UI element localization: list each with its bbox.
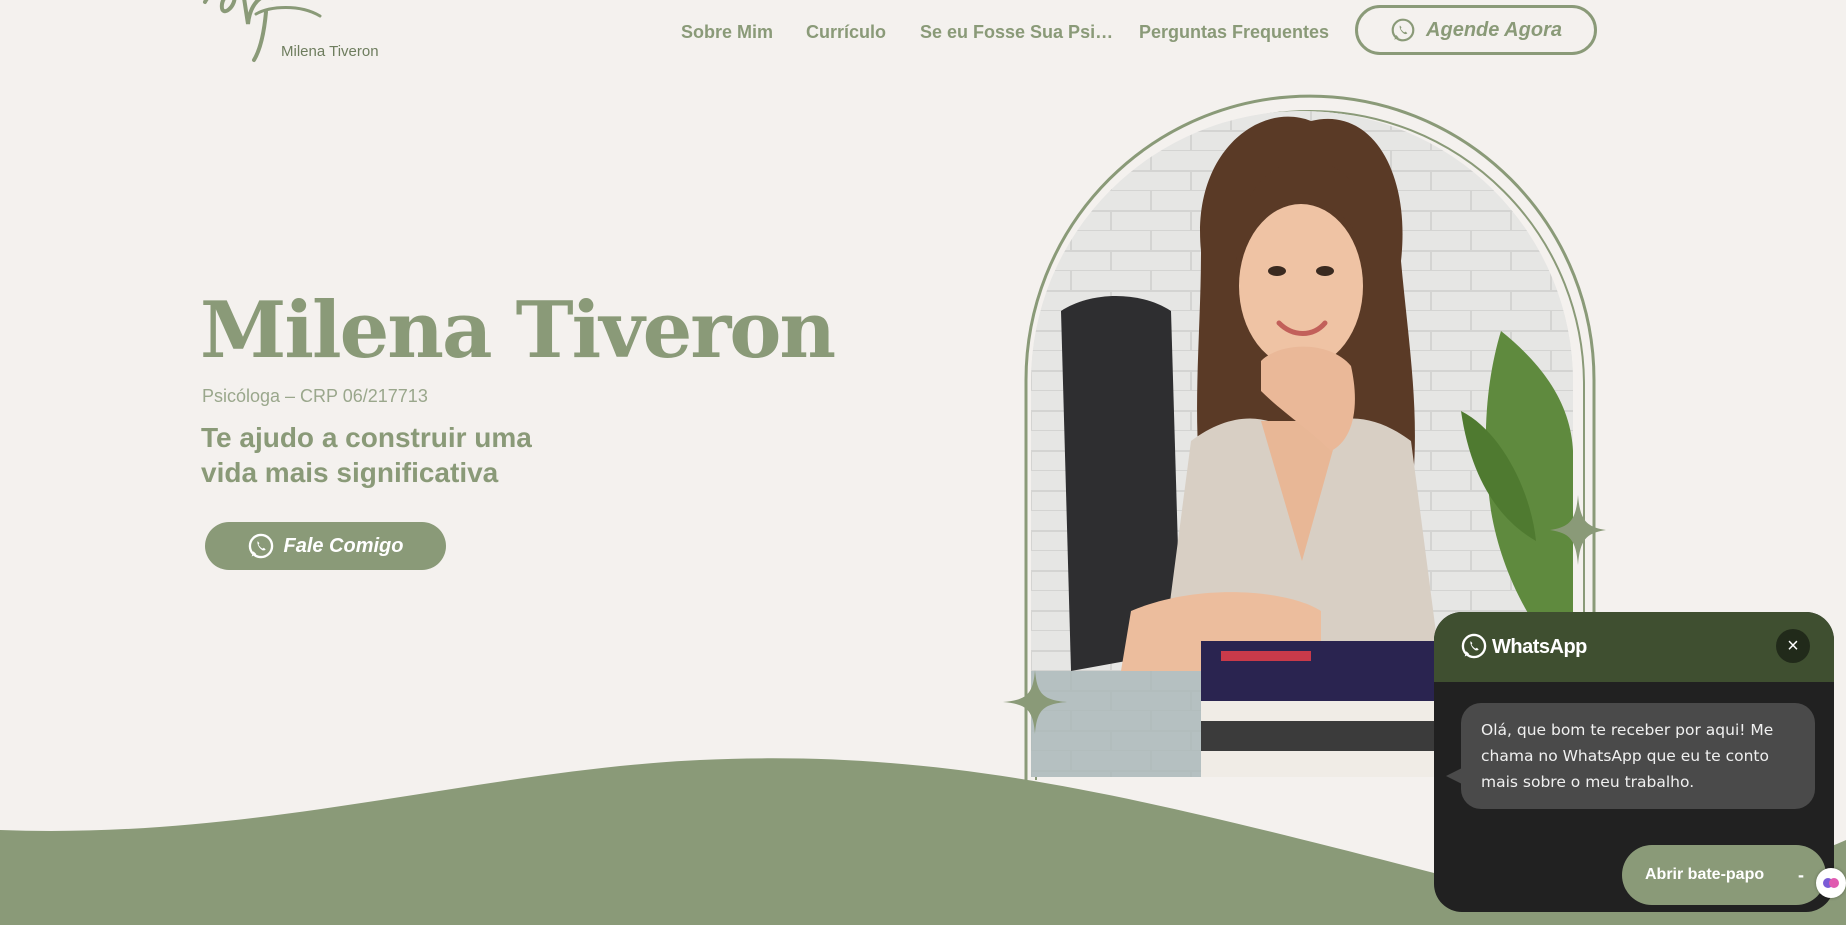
abrir-bate-papo-label: Abrir bate-papo xyxy=(1645,866,1765,883)
whatsapp-icon xyxy=(249,533,274,559)
fale-comigo-label: Fale Comigo xyxy=(283,534,404,557)
nav-item-perguntas-frequentes[interactable]: Perguntas Frequentes xyxy=(1139,22,1329,43)
nav-item-curriculo[interactable]: Currículo xyxy=(806,22,886,43)
agende-agora-label: Agende Agora xyxy=(1426,18,1562,41)
abrir-bate-papo-button[interactable]: Abrir bate-papo - xyxy=(1622,845,1826,905)
fale-comigo-button[interactable]: Fale Comigo xyxy=(205,522,446,570)
minimize-icon[interactable]: - xyxy=(1798,865,1804,886)
close-icon: × xyxy=(1787,634,1799,657)
hero-tagline: Te ajudo a construir uma vida mais signi… xyxy=(201,420,601,490)
whatsapp-icon xyxy=(1461,633,1487,659)
hero-tagline-line-1: Te ajudo a construir uma xyxy=(201,422,532,453)
sparkle-icon xyxy=(1550,495,1606,565)
close-button[interactable]: × xyxy=(1776,629,1810,663)
hero-name: Milena Tiveron xyxy=(200,285,836,376)
brain-icon[interactable] xyxy=(1816,868,1846,898)
whatsapp-widget-header: WhatsApp × xyxy=(1434,612,1834,682)
hero-tagline-line-2: vida mais significativa xyxy=(201,457,499,488)
nav-item-sobre-mim[interactable]: Sobre Mim xyxy=(681,22,773,43)
agende-agora-button[interactable]: Agende Agora xyxy=(1355,5,1597,55)
nav-item-se-eu-fosse-sua-psi[interactable]: Se eu Fosse Sua Psi… xyxy=(920,22,1113,43)
message-bubble-tail xyxy=(1446,768,1462,784)
whatsapp-chat-widget: WhatsApp × Olá, que bom te receber por a… xyxy=(1434,612,1834,912)
hero-subtitle: Psicóloga – CRP 06/217713 xyxy=(202,386,428,406)
whatsapp-message-bubble: Olá, que bom te receber por aqui! Me cha… xyxy=(1461,703,1815,809)
sparkle-icon xyxy=(1003,670,1067,734)
whatsapp-icon xyxy=(1391,18,1415,42)
whatsapp-widget-title: WhatsApp xyxy=(1492,636,1587,658)
